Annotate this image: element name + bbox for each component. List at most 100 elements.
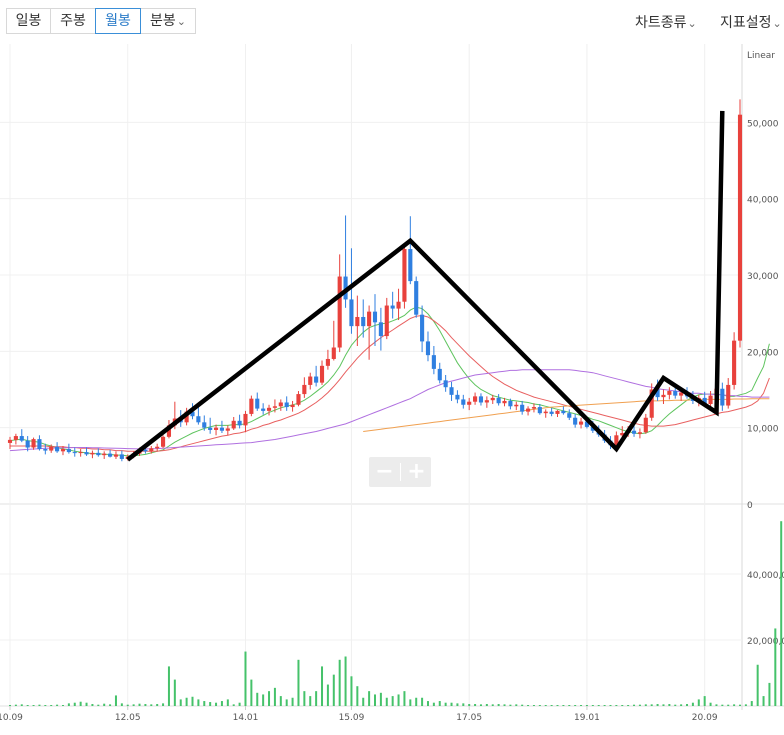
volume-bar — [550, 705, 553, 706]
candle-body — [361, 316, 366, 327]
candle-body — [531, 407, 537, 409]
volume-bar — [633, 704, 636, 706]
candle-body — [219, 427, 224, 431]
volume-bar — [544, 705, 547, 706]
candle-body — [213, 427, 219, 430]
zoom-out-button[interactable]: − — [369, 457, 400, 487]
candle-body — [208, 427, 213, 430]
volume-bar — [756, 664, 759, 706]
tab-minute[interactable]: 분봉⌄ — [140, 8, 196, 34]
candle-body — [631, 430, 637, 434]
zoom-in-button[interactable]: + — [401, 457, 432, 487]
volume-bar — [191, 696, 194, 706]
time-tick-label: 14.01 — [233, 713, 259, 723]
candle-body — [555, 410, 560, 414]
candle-body — [496, 397, 501, 404]
candle-body — [161, 436, 166, 447]
candle-body — [37, 439, 42, 450]
volume-bar — [20, 704, 23, 706]
volume-bar — [509, 704, 512, 706]
indicator-settings-label: 지표설정 — [720, 15, 772, 31]
candle-body — [490, 397, 495, 401]
candle-body — [60, 449, 66, 452]
candle-body — [31, 439, 36, 448]
volume-bar — [120, 703, 123, 706]
volume-bar — [621, 705, 624, 706]
volume-bar — [268, 691, 271, 706]
volume-bar — [185, 697, 188, 706]
volume-bar — [727, 704, 730, 706]
candle-body — [302, 384, 307, 395]
chart-type-menu[interactable]: 차트종류⌄ — [635, 12, 697, 32]
candle-body — [573, 417, 578, 425]
candle-body — [249, 398, 254, 414]
candle-body — [402, 249, 407, 302]
candle-body — [225, 428, 230, 431]
candle-body — [78, 452, 83, 454]
candle-body — [661, 394, 666, 398]
volume-bar — [232, 704, 235, 706]
candle-body — [567, 413, 572, 418]
volume-bar — [197, 699, 200, 706]
volume-bar — [650, 704, 653, 706]
volume-bar — [762, 696, 765, 706]
candle-body — [378, 322, 383, 337]
candle-body — [384, 305, 389, 337]
candle-body — [49, 446, 54, 451]
volume-bar — [379, 692, 382, 706]
volume-bar — [126, 704, 129, 706]
candle-body — [508, 400, 513, 407]
candle-body — [19, 436, 24, 441]
tab-weekly[interactable]: 주봉 — [50, 8, 96, 34]
volume-bar — [109, 704, 112, 706]
candle-body — [237, 420, 242, 426]
volume-bar — [179, 699, 182, 706]
volume-bar — [56, 704, 59, 706]
volume-bar — [774, 628, 777, 706]
volume-bar — [79, 701, 82, 706]
volume-bar — [438, 701, 441, 706]
candle-body — [443, 380, 448, 388]
candle-body — [737, 114, 743, 341]
volume-bar — [97, 704, 100, 706]
candle-body — [726, 384, 731, 406]
volume-bar — [503, 704, 506, 706]
price-tick-label: 20,000 — [747, 348, 779, 358]
volume-bar — [668, 704, 671, 706]
candle-body — [484, 400, 489, 403]
candle-body — [113, 454, 119, 457]
candle-body — [319, 365, 325, 383]
volume-bar — [203, 701, 206, 706]
candle-body — [149, 448, 154, 452]
volume-bar — [73, 702, 76, 706]
volume-bar — [515, 704, 518, 706]
candle-body — [255, 398, 260, 409]
volume-bar — [26, 705, 29, 706]
candle-body — [196, 416, 201, 423]
indicator-settings-menu[interactable]: 지표설정⌄ — [720, 12, 782, 32]
stock-chart[interactable]: 0 10,000 20,000 30,000 40,000 50,000 Linear 20,… — [0, 44, 784, 735]
tab-monthly[interactable]: 월봉 — [95, 8, 141, 34]
volume-bar — [238, 702, 241, 706]
candle-body — [278, 402, 283, 407]
price-tick-label: 40,000 — [747, 196, 779, 206]
volume-bar — [674, 704, 677, 706]
volume-bar — [627, 705, 630, 706]
time-tick-label: 15.09 — [339, 713, 365, 723]
tab-daily[interactable]: 일봉 — [6, 8, 51, 34]
volume-bar — [680, 704, 683, 706]
candle-body — [390, 305, 395, 309]
volume-bar — [462, 703, 465, 706]
volume-bar — [291, 697, 294, 706]
volume-bar — [585, 705, 588, 706]
volume-bar — [421, 697, 424, 706]
price-tick-label: 30,000 — [747, 272, 779, 282]
chart-type-label: 차트종류 — [635, 15, 687, 31]
candle-body — [437, 368, 442, 381]
candle-body — [673, 391, 678, 396]
volume-bar — [432, 702, 435, 706]
candle-body — [331, 347, 336, 359]
candle-body — [314, 376, 319, 383]
candle-body — [367, 311, 372, 327]
volume-bar — [409, 699, 412, 706]
